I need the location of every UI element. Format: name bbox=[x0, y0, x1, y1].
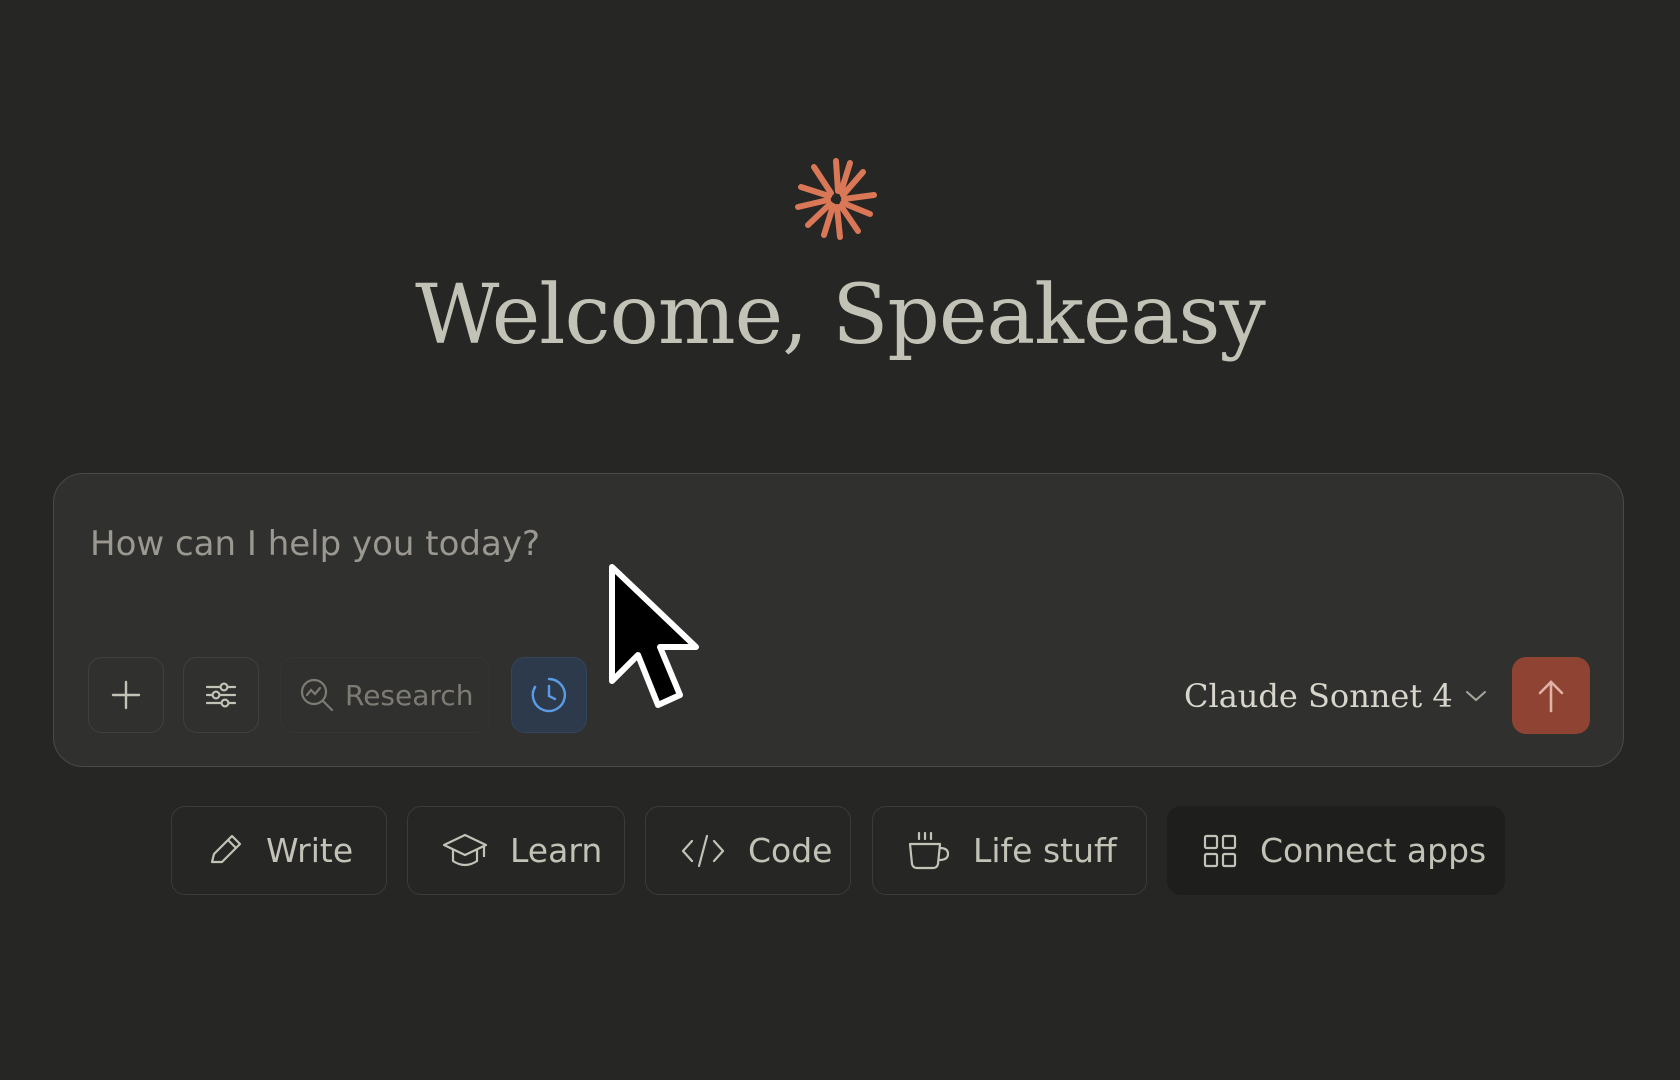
claude-logo-icon bbox=[795, 158, 877, 240]
research-search-icon bbox=[300, 678, 334, 712]
code-chip[interactable]: Code bbox=[645, 806, 851, 895]
add-attachment-button[interactable] bbox=[88, 657, 164, 733]
research-label: Research bbox=[345, 678, 474, 712]
coffee-cup-icon bbox=[908, 831, 950, 869]
life-stuff-chip[interactable]: Life stuff bbox=[872, 806, 1147, 895]
research-button[interactable]: Research bbox=[280, 657, 490, 733]
message-composer: Research Claude Sonnet 4 bbox=[53, 473, 1624, 767]
sliders-icon bbox=[205, 682, 237, 708]
learn-chip[interactable]: Learn bbox=[407, 806, 625, 895]
pencil-icon bbox=[210, 834, 242, 863]
learn-label: Learn bbox=[510, 831, 603, 870]
suggestion-chips: Write Learn Code Life stuff Connect apps bbox=[0, 806, 1680, 896]
plus-icon bbox=[111, 680, 141, 710]
life-stuff-label: Life stuff bbox=[973, 831, 1117, 870]
mouse-cursor-icon bbox=[609, 564, 699, 708]
code-label: Code bbox=[748, 831, 833, 870]
connect-apps-chip[interactable]: Connect apps bbox=[1167, 806, 1505, 895]
write-label: Write bbox=[266, 831, 354, 870]
grid-icon bbox=[1203, 834, 1237, 867]
send-button[interactable] bbox=[1512, 657, 1590, 734]
chevron-down-icon bbox=[1465, 691, 1486, 702]
page: Welcome, Speakeasy How can I help you to… bbox=[0, 0, 1680, 1080]
arrow-up-icon bbox=[1538, 679, 1564, 712]
message-input[interactable] bbox=[90, 514, 1490, 574]
write-chip[interactable]: Write bbox=[171, 806, 387, 895]
model-label: Claude Sonnet 4 bbox=[1184, 677, 1453, 715]
history-toggle-button[interactable] bbox=[511, 657, 587, 733]
clock-icon bbox=[531, 677, 567, 713]
welcome-heading: Welcome, Speakeasy bbox=[415, 268, 1266, 363]
tools-settings-button[interactable] bbox=[183, 657, 259, 733]
model-selector[interactable]: Claude Sonnet 4 bbox=[1184, 666, 1487, 726]
graduation-cap-icon bbox=[442, 833, 488, 866]
code-icon bbox=[681, 834, 725, 867]
connect-apps-label: Connect apps bbox=[1260, 831, 1487, 870]
